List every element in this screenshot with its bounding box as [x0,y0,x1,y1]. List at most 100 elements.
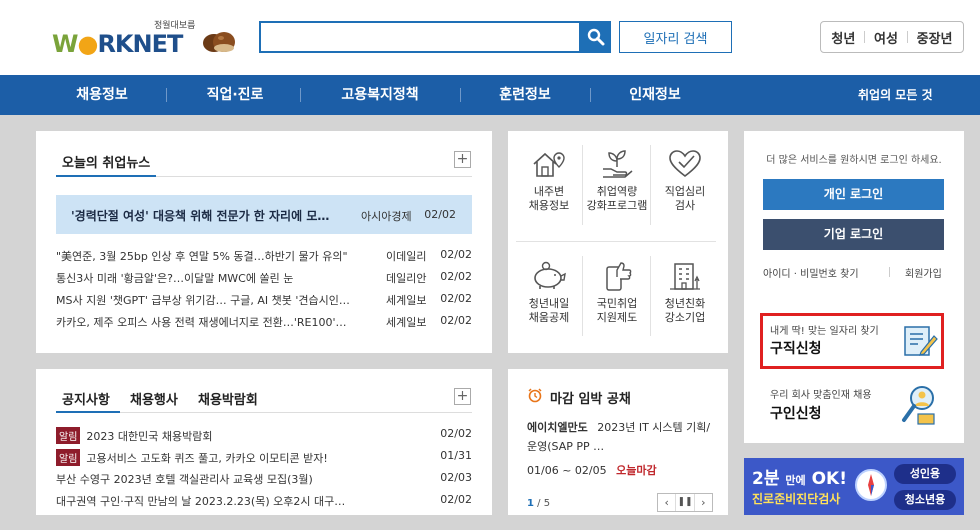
search-button[interactable] [580,21,611,53]
pause-button[interactable]: ❚❚ [676,494,695,511]
list-item[interactable]: 카카오, 제주 오피스 사용 전력 재생에너지로 전환…'RE100'… 세계일… [56,314,472,336]
notice-title: 대구권역 구인·구직 만남의 날 2023.2.23(목) 오후2시 대구… [56,495,346,508]
job-search-button[interactable]: 일자리 검색 [619,21,732,53]
divider [300,88,301,102]
site-header: 정월대보름 W●RKNET 일자리 검색 청년 여성 중장년 [0,0,980,75]
service-youth-friendly-companies[interactable]: 청년친화 강소기업 [651,261,719,325]
service-label: 검사 [674,199,696,212]
service-label: 강화프로그램 [586,199,648,212]
audience-youth[interactable]: 청년 [831,28,855,47]
thumbs-up-phone-icon [606,262,632,291]
list-item[interactable]: MS사 지원 '챗GPT' 급부상 위기감… 구글, AI 챗봇 '견습시인… … [56,292,472,314]
company-login-button[interactable]: 기업 로그인 [763,219,944,250]
nav-item-career[interactable]: 직업·진로 [190,75,280,115]
news-panel: 오늘의 취업뉴스 + '경력단절 여성' 대응책 위해 전문가 한 자리에 모…… [36,131,492,353]
prev-button[interactable]: ‹ [658,494,677,511]
nav-item-talent[interactable]: 인재정보 [615,75,695,115]
find-account-link[interactable]: 아이디 · 비밀번호 찾기 [763,265,859,280]
deadline-job[interactable]: 에이치엘만도 2023년 IT 시스템 기획/운영(SAP PP … [527,418,717,456]
news-headline[interactable]: '경력단절 여성' 대응책 위해 전문가 한 자리에 모… 아시아경제 02/0… [56,195,472,234]
hire-card[interactable]: 우리 회사 맞춤인재 채용 구인신청 [760,378,944,434]
news-tab[interactable]: 오늘의 취업뉴스 [62,152,150,171]
news-title: MS사 지원 '챗GPT' 급부상 위기감… 구글, AI 챗봇 '견습시인… [56,294,350,307]
youth-button[interactable]: 청소년용 [894,490,956,510]
service-employability-program[interactable]: 취업역량 강화프로그램 [583,149,651,213]
job-apply-card[interactable]: 내게 딱! 맞는 일자리 찾기 구직신청 [760,313,944,369]
news-source: 이데일리 [386,250,427,263]
service-national-employment[interactable]: 국민취업 지원제도 [583,261,651,325]
tab-job-fairs[interactable]: 채용박람회 [198,389,258,408]
chestnut-icon [203,32,235,52]
notice-more-button[interactable]: + [454,388,471,405]
audience-women[interactable]: 여성 [874,28,898,47]
notice-title: 2023 대한민국 채용박람회 [86,430,213,443]
tab-job-events[interactable]: 채용행사 [130,389,178,408]
alert-badge: 알림 [56,427,81,444]
news-date: 02/02 [440,248,472,261]
service-label: 채움공제 [528,311,570,324]
list-item[interactable]: 알림 2023 대한민국 채용박람회 02/02 [56,427,472,447]
join-link[interactable]: 회원가입 [905,265,942,280]
plant-hand-icon [603,150,633,178]
career-test-banner[interactable]: 2분 만에 OK! 진로준비진단검사 성인용 청소년용 [744,458,964,518]
page-indicator: 1 / 5 [527,498,550,509]
notice-title-wrap: 알림 고용서비스 고도화 퀴즈 풀고, 카카오 이모티콘 받자! [56,449,396,466]
audience-middle-aged[interactable]: 중장년 [917,28,953,47]
news-more-button[interactable]: + [454,151,471,168]
tab-notice[interactable]: 공지사항 [62,389,110,408]
divider [120,412,472,413]
nav-item-training[interactable]: 훈련정보 [485,75,565,115]
service-youth-savings[interactable]: 청년내일 채움공제 [515,261,583,325]
banner-mid: 만에 [785,474,806,487]
banner-ok: OK! [811,469,847,489]
adult-button[interactable]: 성인용 [894,464,956,484]
notice-date: 02/02 [440,493,472,506]
divider [889,267,890,277]
service-nearby-jobs[interactable]: 내주변 채용정보 [515,149,583,213]
worknet-logo[interactable]: 정월대보름 W●RKNET [52,18,242,60]
login-panel: 더 많은 서비스를 원하시면 로그인 하세요. 개인 로그인 기업 로그인 아이… [744,131,964,443]
banner-headline: 2분 만에 OK! [752,464,847,489]
news-source: 데일리안 [386,272,427,285]
list-item[interactable]: 부산 수영구 2023년 호텔 객실관리사 교육생 모집(3월) 02/03 [56,471,472,491]
divider [906,31,908,43]
main-search-input[interactable] [259,21,581,53]
logo-wordmark: W●RKNET [52,30,183,58]
service-label: 직업심리 [664,185,706,198]
services-panel: 내주변 채용정보 취업역량 강화프로그램 직업심리 검사 청년내일 채움공제 국… [508,131,728,353]
headline-source: 아시아경제 [361,210,412,223]
personal-login-button[interactable]: 개인 로그인 [763,179,944,210]
nav-all-about-jobs[interactable]: 취업의 모든 것 [858,75,933,115]
divider [516,241,716,242]
search-icon [587,28,604,46]
news-date: 02/02 [440,314,472,327]
nav-item-jobs[interactable]: 채용정보 [62,75,142,115]
main-nav: 채용정보 직업·진로 고용복지정책 훈련정보 인재정보 취업의 모든 것 [0,75,980,115]
banner-big: 2분 [752,469,780,489]
building-icon [670,263,700,290]
banner-sub: 진로준비진단검사 [752,492,841,506]
service-label: 국민취업 [596,297,638,310]
service-label: 채용정보 [528,199,570,212]
notice-date: 02/02 [440,427,472,440]
divider [864,31,866,43]
notice-title: 부산 수영구 2023년 호텔 객실관리사 교육생 모집(3월) [56,473,313,486]
divider [166,88,167,102]
pager-controls: ‹ ❚❚ › [657,493,713,512]
list-item[interactable]: 알림 고용서비스 고도화 퀴즈 풀고, 카카오 이모티콘 받자! 01/31 [56,449,472,469]
deadline-status: 오늘마감 [616,464,657,477]
deadline-title: 마감 임박 공채 [550,392,631,407]
compass-icon [855,469,887,501]
news-date: 02/02 [440,270,472,283]
divider [460,88,461,102]
list-item[interactable]: 대구권역 구인·구직 만남의 날 2023.2.23(목) 오후2시 대구… 0… [56,493,472,513]
logo-o-circle: ● [77,30,98,58]
card-subtitle: 우리 회사 맞춤인재 채용 [770,390,872,401]
list-item[interactable]: "美연준, 3월 25bp 인상 후 연말 5% 동결…하반기 물가 유의" 이… [56,248,472,270]
service-psych-test[interactable]: 직업심리 검사 [651,149,719,213]
list-item[interactable]: 통신3사 미래 '황금알'은?…이달말 MWC에 쏠린 눈 데일리안 02/02 [56,270,472,292]
deadline-period: 01/06 ~ 02/05 오늘마감 [527,462,657,478]
next-button[interactable]: › [695,494,712,511]
nav-item-welfare-policy[interactable]: 고용복지정책 [325,75,435,115]
card-title: 구직신청 [770,341,822,357]
